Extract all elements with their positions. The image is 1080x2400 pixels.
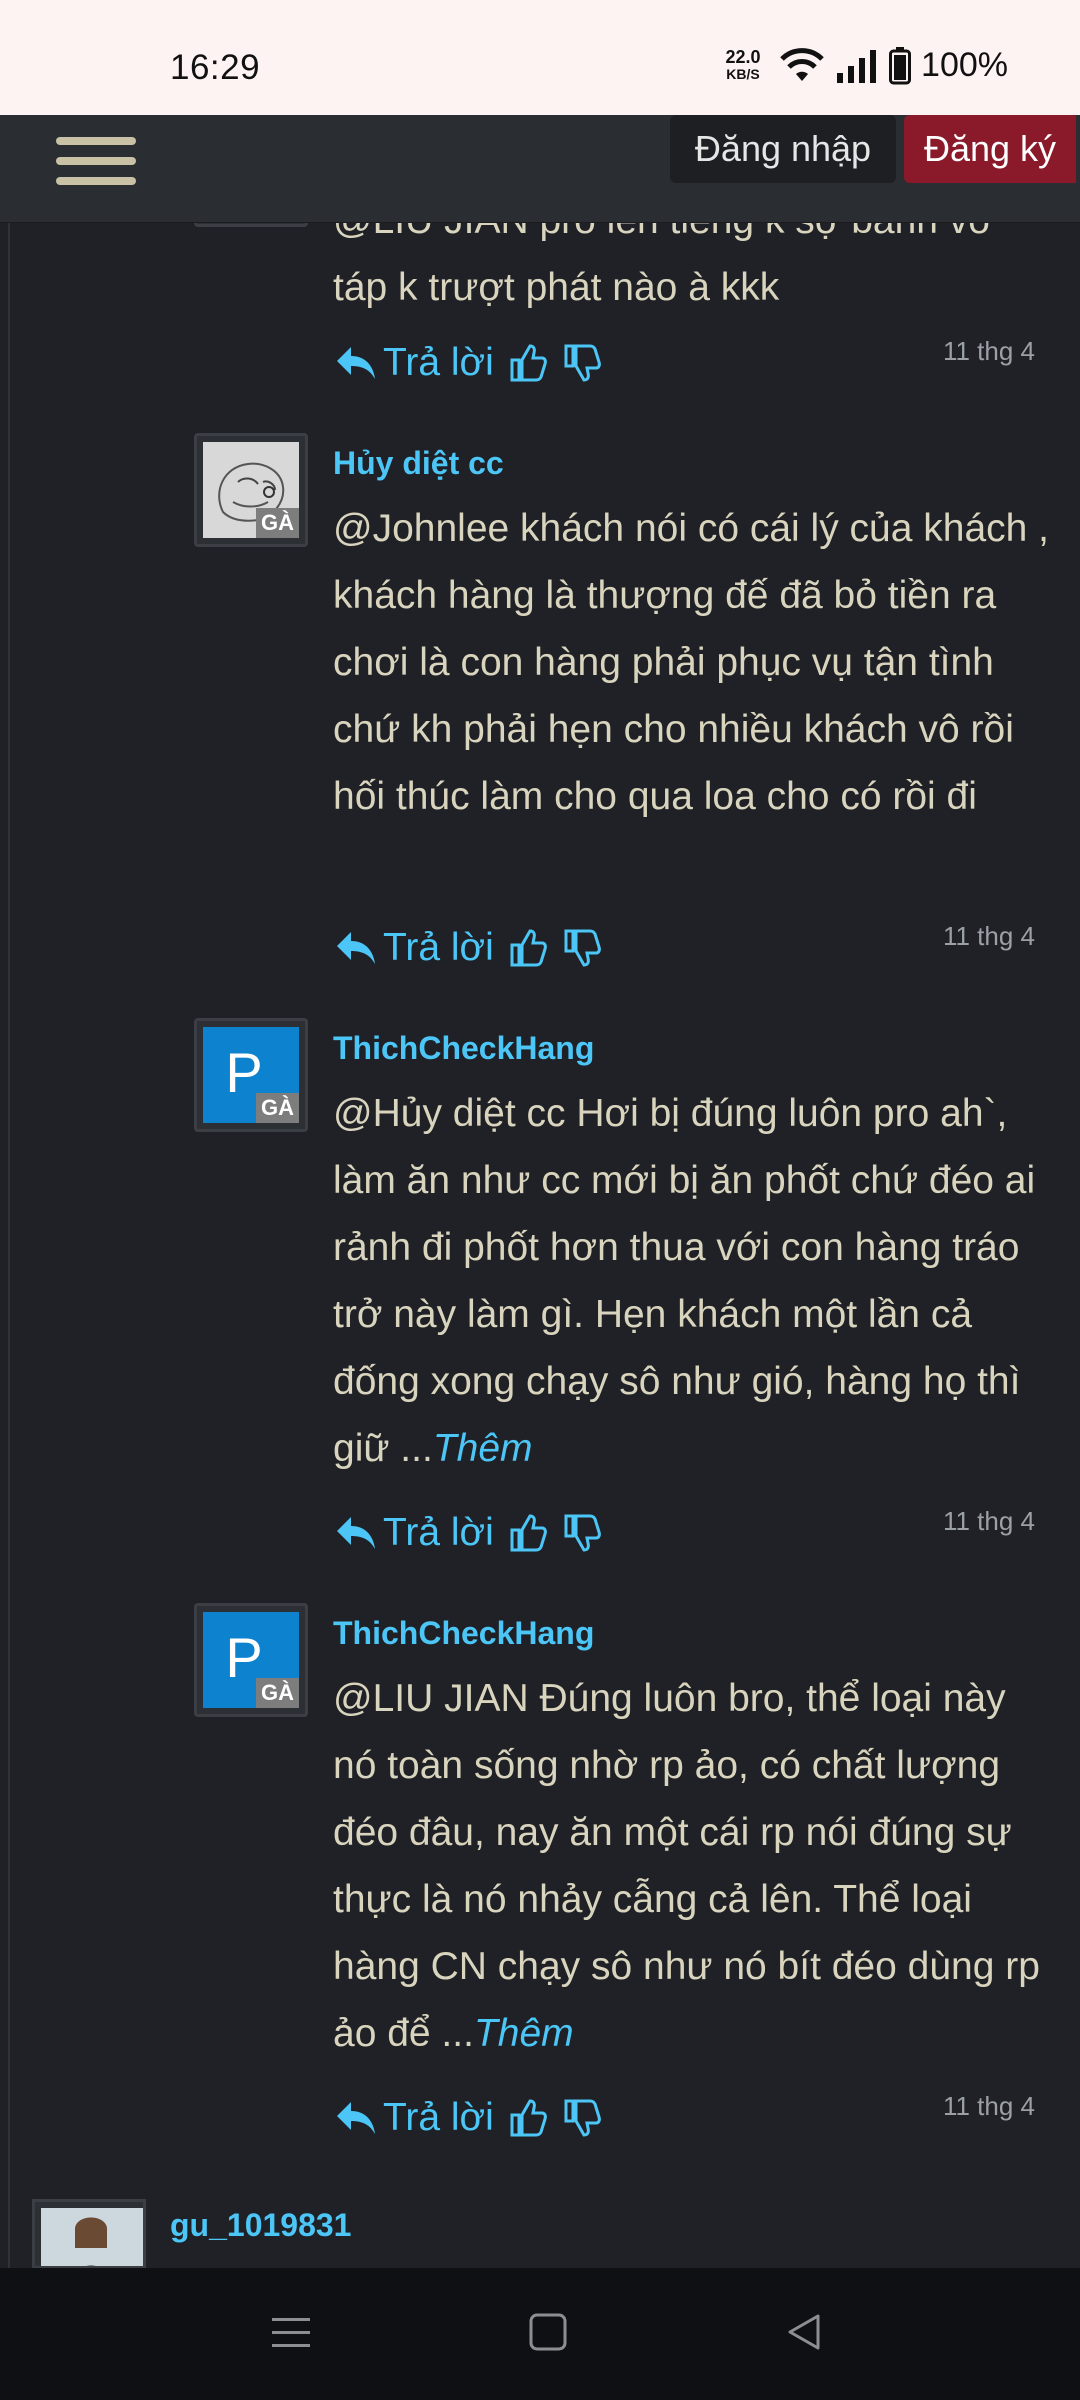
reply-button[interactable]: Trả lời — [333, 926, 494, 970]
reply-label: Trả lời — [383, 926, 494, 969]
dislike-icon[interactable] — [562, 928, 602, 968]
recent-apps-icon[interactable] — [270, 2312, 312, 2352]
avatar[interactable]: GÀ — [194, 433, 308, 547]
menu-icon[interactable] — [56, 129, 136, 193]
comment-text-content: @Hủy diệt cc Hơi bị đúng luôn pro ah`, l… — [333, 1092, 1036, 1470]
comment-author[interactable]: ThichCheckHang — [333, 1615, 594, 1652]
comment-text: @Hủy diệt cc Hơi bị đúng luôn pro ah`, l… — [333, 1080, 1053, 1482]
comment-actions: Trả lời — [333, 333, 602, 393]
system-nav-bar — [0, 2268, 1080, 2400]
more-link[interactable]: Thêm — [433, 1427, 533, 1470]
comment-text: @LIU JIAN pro lên tiếng k sợ banh vo táp… — [333, 223, 990, 309]
back-icon[interactable] — [784, 2312, 824, 2352]
comment-date: 11 thg 4 — [942, 921, 1035, 951]
like-icon[interactable] — [508, 343, 548, 383]
wifi-icon — [780, 47, 824, 81]
comment-author[interactable]: gu_1019831 — [170, 2207, 351, 2244]
thread-line — [8, 223, 10, 2268]
reply-icon — [337, 347, 375, 379]
comment-actions: Trả lời — [333, 1503, 602, 1563]
reply-label: Trả lời — [383, 1511, 494, 1554]
like-icon[interactable] — [508, 2098, 548, 2138]
comment-text: @LIU JIAN Đúng luôn bro, thể loại này nó… — [333, 1665, 1053, 2067]
like-icon[interactable] — [508, 928, 548, 968]
comment-thread: @LIU JIAN pro lên tiếng k sợ banh vo táp… — [0, 223, 1080, 2268]
signal-icon — [837, 49, 877, 83]
status-time: 16:29 — [170, 48, 261, 87]
net-speed-unit: KB/S — [726, 65, 760, 82]
comment-date: 11 thg 4 — [942, 336, 1035, 366]
reply-button[interactable]: Trả lời — [333, 1511, 494, 1555]
rank-badge: GÀ — [256, 1093, 299, 1123]
comment-text: @Johnlee khách nói có cái lý của khách ,… — [333, 507, 1049, 818]
avatar[interactable]: P GÀ — [194, 1603, 308, 1717]
dislike-icon[interactable] — [562, 343, 602, 383]
battery-icon — [889, 46, 912, 84]
reply-button[interactable]: Trả lời — [333, 341, 494, 385]
avatar-photo-image — [41, 2208, 143, 2266]
rank-badge: GÀ — [256, 1678, 299, 1708]
comment-author[interactable]: ThichCheckHang — [333, 1030, 594, 1067]
comment-text-content: @LIU JIAN Đúng luôn bro, thể loại này nó… — [333, 1677, 1040, 2055]
reply-icon — [337, 932, 375, 964]
battery-percent: 100% — [921, 46, 1008, 84]
login-button[interactable]: Đăng nhập — [670, 115, 896, 183]
reply-icon — [337, 2102, 375, 2134]
net-speed-value: 22.0 — [725, 46, 761, 67]
register-button[interactable]: Đăng ký — [904, 115, 1076, 183]
status-bar: 16:29 22.0 KB/S 100% — [0, 0, 1080, 115]
avatar[interactable] — [194, 223, 308, 227]
comment-date: 11 thg 4 — [942, 2091, 1035, 2121]
net-speed: 22.0 KB/S — [717, 46, 769, 83]
reply-label: Trả lời — [383, 2096, 494, 2139]
comment-date: 11 thg 4 — [942, 1506, 1035, 1536]
more-link[interactable]: Thêm — [474, 2012, 574, 2055]
like-icon[interactable] — [508, 1513, 548, 1553]
avatar[interactable] — [32, 2199, 146, 2268]
reply-button[interactable]: Trả lời — [333, 2096, 494, 2140]
reply-label: Trả lời — [383, 341, 494, 384]
avatar[interactable]: P GÀ — [194, 1018, 308, 1132]
dislike-icon[interactable] — [562, 2098, 602, 2138]
top-nav: Đăng nhập Đăng ký — [0, 115, 1080, 223]
reply-icon — [337, 1517, 375, 1549]
comment-actions: Trả lời — [333, 2088, 602, 2148]
comment-actions: Trả lời — [333, 918, 602, 978]
rank-badge: GÀ — [256, 508, 299, 538]
status-icons: 22.0 KB/S 100% — [717, 46, 1008, 85]
comment-author[interactable]: Hủy diệt cc — [333, 445, 504, 482]
home-icon[interactable] — [528, 2312, 568, 2352]
dislike-icon[interactable] — [562, 1513, 602, 1553]
